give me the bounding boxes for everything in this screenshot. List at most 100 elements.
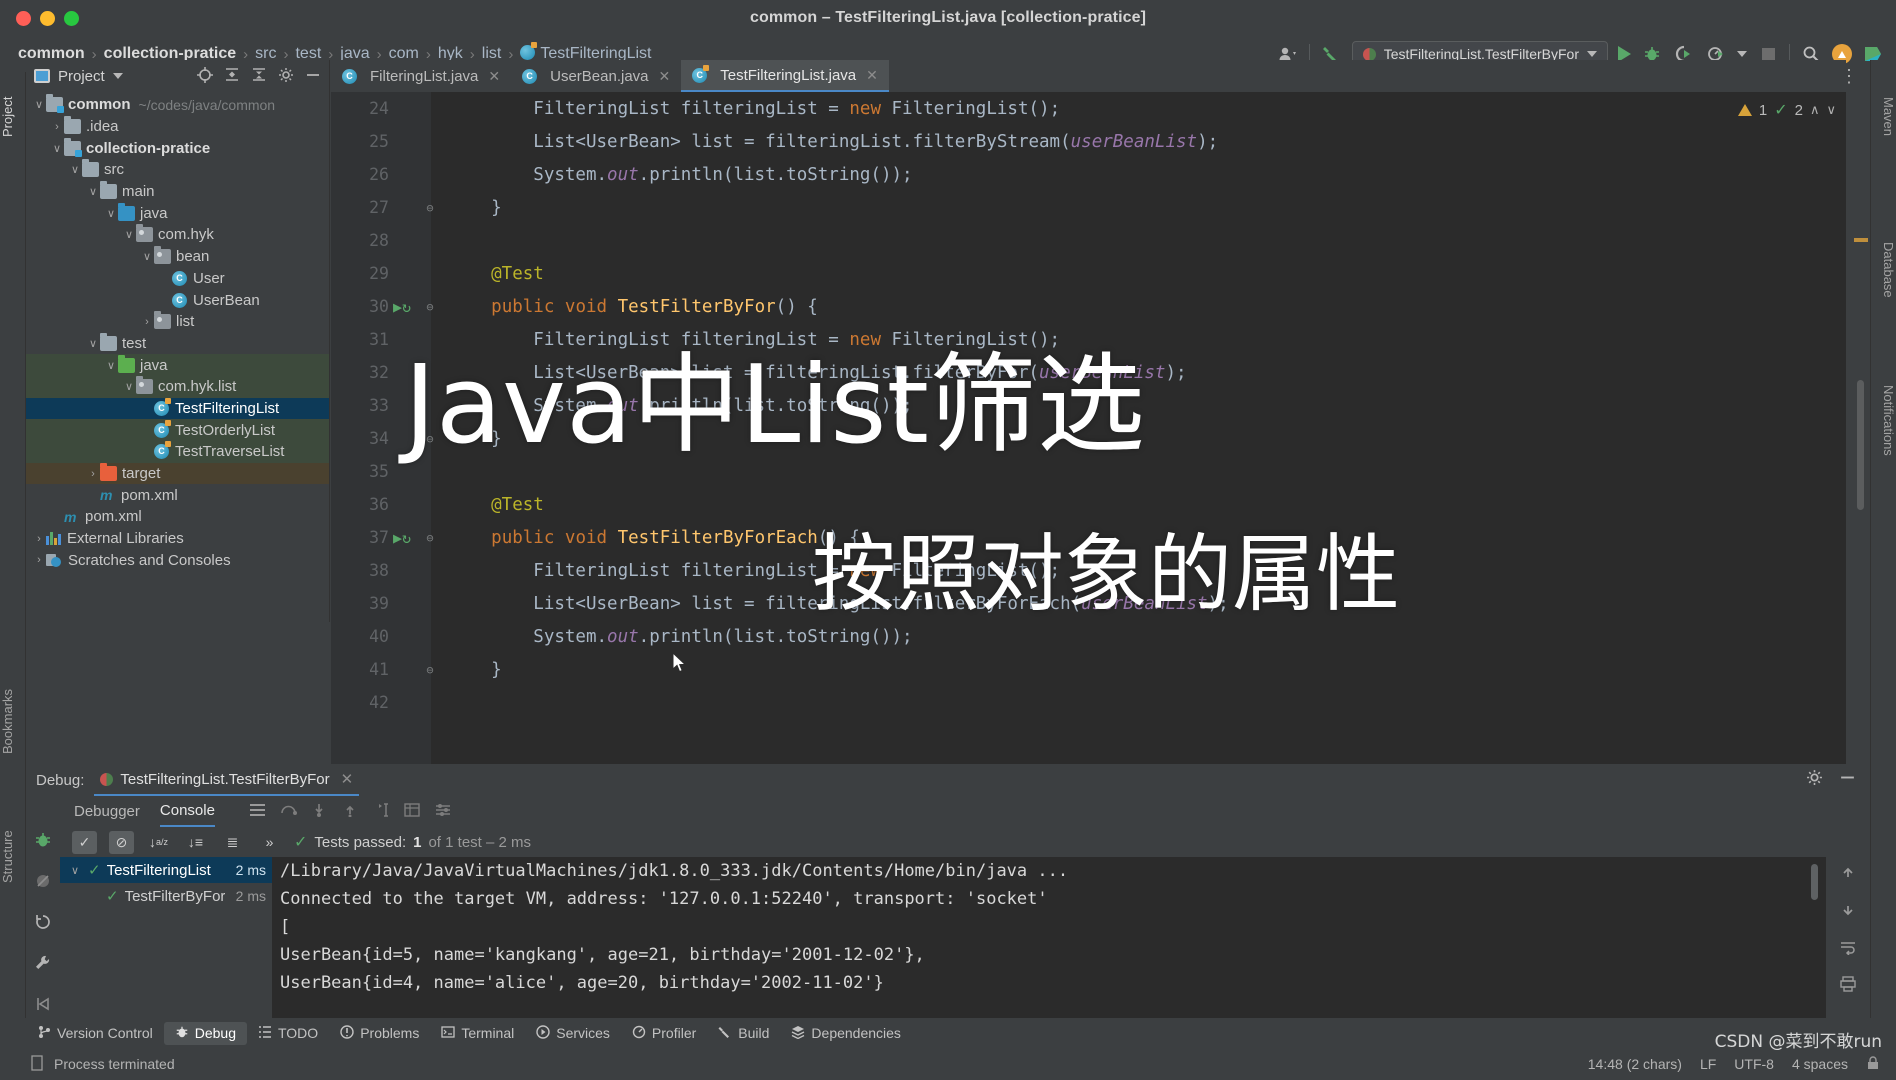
tool-window-button-terminal[interactable]: Terminal	[430, 1022, 525, 1045]
code-line[interactable]: 31 FilteringList filteringList = new Fil…	[331, 323, 1846, 356]
play-step-icon[interactable]	[34, 995, 52, 1018]
tab-console[interactable]: Console	[159, 797, 215, 827]
code-line[interactable]: 26 System.out.println(list.toString());	[331, 158, 1846, 191]
tree-expand-arrow[interactable]: ∨	[104, 207, 118, 220]
tree-node-userbean[interactable]: ›CUserBean	[26, 289, 329, 311]
debug-session-tab[interactable]: TestFilteringList.TestFilterByFor ✕	[94, 765, 360, 796]
tree-node-java[interactable]: ∨ java	[26, 202, 329, 224]
step-into-icon[interactable]	[311, 803, 328, 820]
console-side-actions[interactable]	[1826, 857, 1870, 1024]
fold-marker-icon[interactable]: ⊖	[423, 531, 437, 545]
tree-node-pom-xml[interactable]: ›mpom.xml	[26, 506, 329, 528]
fold-marker-icon[interactable]: ⊖	[423, 663, 437, 677]
tool-window-button-problems[interactable]: Problems	[329, 1022, 430, 1045]
editor-tab-userbean-java[interactable]: C UserBean.java ✕	[511, 60, 681, 92]
code-line[interactable]: 32 List<UserBean> list = filteringList.f…	[331, 356, 1846, 389]
console-scrollbar[interactable]	[1811, 864, 1818, 900]
scroll-down-icon[interactable]	[1839, 902, 1857, 923]
debug-tab-tools[interactable]	[249, 803, 452, 820]
tree-node-test[interactable]: ∨ test	[26, 332, 329, 355]
file-encoding[interactable]: UTF-8	[1734, 1056, 1774, 1072]
line-separator[interactable]: LF	[1700, 1056, 1716, 1072]
tree-expand-arrow[interactable]: ›	[32, 554, 46, 566]
code-line[interactable]: 27 ⊖ }	[331, 191, 1846, 224]
run-test-gutter-icon[interactable]: ▶↻	[393, 298, 411, 316]
tree-expand-arrow[interactable]: ∨	[50, 142, 64, 155]
close-icon[interactable]: ✕	[341, 770, 354, 788]
tree-expand-arrow[interactable]: ∨	[68, 163, 82, 176]
hide-icon[interactable]	[1839, 769, 1856, 791]
code-line[interactable]: 33 System.out.println(list.toString());	[331, 389, 1846, 422]
soft-wrap-icon[interactable]	[1839, 939, 1857, 960]
debug-header-actions[interactable]	[1806, 769, 1870, 791]
more-icon[interactable]: »	[257, 831, 282, 854]
project-panel-actions[interactable]	[197, 66, 321, 86]
fold-marker-icon[interactable]: ⊖	[423, 432, 437, 446]
chevron-down-icon[interactable]: ∨	[1826, 102, 1836, 118]
tree-node-com-hyk-list[interactable]: ∨ com.hyk.list	[26, 375, 329, 398]
code-line[interactable]: 29 @Test	[331, 257, 1846, 290]
code-line[interactable]: 39 List<UserBean> list = filteringList.f…	[331, 587, 1846, 620]
tool-window-button-version-control[interactable]: Version Control	[26, 1022, 164, 1045]
close-icon[interactable]: ✕	[659, 68, 671, 85]
mute-breakpoints-icon[interactable]	[34, 872, 52, 895]
collapse-all-icon[interactable]	[251, 67, 267, 86]
tree-node-testorderlylist[interactable]: ›CTestOrderlyList	[26, 419, 329, 441]
locate-icon[interactable]	[197, 66, 213, 86]
tree-expand-arrow[interactable]: ∨	[122, 228, 136, 241]
gear-icon[interactable]	[1806, 769, 1823, 791]
code-line[interactable]: 41 ⊖ }	[331, 653, 1846, 686]
tree-expand-arrow[interactable]: ›	[50, 121, 64, 133]
tool-window-button-services[interactable]: Services	[525, 1022, 621, 1045]
hide-ignored-icon[interactable]: ⊘	[109, 830, 134, 854]
tree-node-external-libraries[interactable]: › External Libraries	[26, 528, 329, 550]
code-line[interactable]: 25 List<UserBean> list = filteringList.f…	[331, 125, 1846, 158]
fold-marker-icon[interactable]: ⊖	[423, 300, 437, 314]
tool-window-button-todo[interactable]: TODO	[247, 1022, 329, 1045]
indent-setting[interactable]: 4 spaces	[1792, 1056, 1848, 1072]
sort-alpha-icon[interactable]: ↓ a/z	[146, 831, 171, 854]
chevron-down-icon[interactable]	[112, 73, 123, 79]
tree-node-scratches-and-consoles[interactable]: › Scratches and Consoles	[26, 549, 329, 571]
caret-position[interactable]: 14:48 (2 chars)	[1588, 1056, 1682, 1072]
tree-node-testtraverselist[interactable]: ›CTestTraverseList	[26, 441, 329, 463]
debug-bug-icon[interactable]	[34, 831, 52, 854]
tree-expand-arrow[interactable]: ›	[86, 468, 100, 480]
sidebar-tab-maven[interactable]: Maven	[1870, 74, 1896, 160]
print-icon[interactable]	[1839, 976, 1857, 997]
editor-code-area[interactable]: 24 FilteringList filteringList = new Fil…	[331, 92, 1846, 764]
frames-icon[interactable]	[249, 803, 266, 820]
test-result-row[interactable]: ∨✓TestFilterByFor2 ms	[60, 883, 272, 909]
tree-expand-arrow[interactable]: ∨	[86, 185, 100, 198]
editor-tab-testfilteringlist-java[interactable]: C TestFilteringList.java ✕	[681, 60, 889, 92]
tree-node-pom-xml[interactable]: ›mpom.xml	[26, 484, 329, 506]
chevron-down-icon[interactable]	[1587, 51, 1597, 57]
editor-tab-bar[interactable]: C FilteringList.java ✕ C UserBean.java ✕ C Test…	[331, 60, 1846, 92]
expand-collapse-icon[interactable]: ≣	[220, 831, 245, 854]
tree-node-list[interactable]: › list	[26, 311, 329, 333]
tree-expand-arrow[interactable]: ∨	[104, 359, 118, 372]
editor-tab-filteringlist-java[interactable]: C FilteringList.java ✕	[331, 60, 511, 92]
code-line[interactable]: 35	[331, 455, 1846, 488]
sidebar-tab-database[interactable]: Database	[1870, 220, 1896, 320]
tree-node-bean[interactable]: ∨ bean	[26, 246, 329, 268]
close-icon[interactable]: ✕	[488, 68, 500, 85]
editor-scrollbar[interactable]	[1857, 380, 1864, 510]
code-line[interactable]: 42	[331, 686, 1846, 719]
tool-window-button-dependencies[interactable]: Dependencies	[780, 1022, 912, 1045]
tree-node-common[interactable]: ∨ common ~/codes/java/common	[26, 94, 329, 116]
tree-node-collection-pratice[interactable]: ∨ collection-pratice	[26, 137, 329, 159]
inspection-widget[interactable]: 1 ✓ 2 ∧ ∨	[1737, 100, 1836, 120]
tree-node-target[interactable]: › target	[26, 462, 329, 485]
test-runner-toolbar[interactable]: ✓ ⊘ ↓ a/z ↓≡ ≣ » ✓ Tests passed: 1 of 1 t…	[60, 827, 1870, 857]
project-tree[interactable]: ∨ common ~/codes/java/common › .idea ∨ collect…	[26, 92, 329, 571]
tree-node-main[interactable]: ∨ main	[26, 181, 329, 203]
sidebar-tab-notifications[interactable]: Notifications	[1870, 360, 1896, 480]
code-editor[interactable]: 24 FilteringList filteringList = new Fil…	[331, 92, 1846, 764]
sidebar-tab-bookmarks[interactable]: Bookmarks	[0, 672, 26, 770]
lock-icon[interactable]	[1866, 1055, 1880, 1074]
tool-window-button-build[interactable]: Build	[707, 1022, 780, 1045]
code-line[interactable]: 40 System.out.println(list.toString());	[331, 620, 1846, 653]
expand-all-icon[interactable]	[224, 67, 240, 86]
tree-expand-arrow[interactable]: ∨	[86, 337, 100, 350]
